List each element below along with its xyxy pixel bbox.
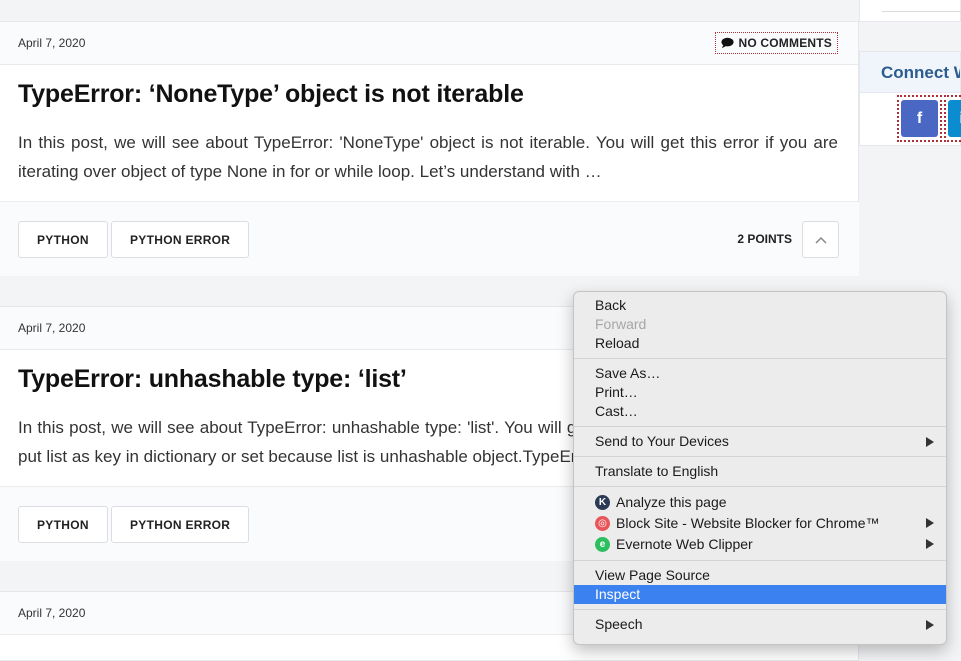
menu-analyze-page-label: Analyze this page [616, 492, 727, 513]
menu-block-site[interactable]: ◎ Block Site - Website Blocker for Chrom… [574, 513, 946, 534]
post-date: April 7, 2020 [18, 606, 85, 620]
menu-separator [574, 358, 946, 359]
post-date: April 7, 2020 [18, 321, 85, 335]
tag-python-error[interactable]: PYTHON ERROR [111, 506, 249, 543]
post-points: 2 POINTS [737, 232, 792, 246]
tag-python-error[interactable]: PYTHON ERROR [111, 221, 249, 258]
submenu-arrow-icon [926, 518, 934, 528]
menu-analyze-page[interactable]: K Analyze this page [574, 492, 946, 513]
block-site-shield-icon: ◎ [595, 516, 610, 531]
facebook-icon: f [901, 100, 938, 137]
menu-evernote-label: Evernote Web Clipper [616, 534, 753, 555]
post-title[interactable]: TypeError: unhashable type: ‘list’ [18, 365, 407, 394]
menu-cast[interactable]: Cast… [574, 402, 946, 421]
post-footer: PYTHON PYTHON ERROR 2 POINTS [0, 201, 859, 276]
comments-link[interactable]: NO COMMENTS [715, 32, 838, 54]
tag-python[interactable]: PYTHON [18, 221, 108, 258]
submenu-arrow-icon [926, 539, 934, 549]
menu-separator [574, 560, 946, 561]
menu-block-site-label: Block Site - Website Blocker for Chrome™ [616, 513, 880, 534]
connect-heading: Connect With Us [860, 52, 960, 93]
menu-separator [574, 486, 946, 487]
menu-separator [574, 609, 946, 610]
menu-evernote[interactable]: e Evernote Web Clipper [574, 534, 946, 555]
upvote-button[interactable] [802, 221, 839, 258]
menu-speech[interactable]: Speech [574, 615, 946, 634]
menu-reload[interactable]: Reload [574, 334, 946, 353]
menu-send-to-devices[interactable]: Send to Your Devices [574, 432, 946, 451]
comments-count: NO COMMENTS [738, 36, 832, 50]
menu-save-as[interactable]: Save As… [574, 364, 946, 383]
linkedin-icon: in [948, 100, 961, 137]
chevron-up-icon [815, 236, 827, 244]
menu-forward: Forward [574, 315, 946, 334]
menu-speech-label: Speech [595, 616, 642, 632]
sidebar-search-widget [859, 0, 961, 22]
linkedin-button[interactable]: in [944, 95, 961, 142]
comment-icon [721, 37, 734, 49]
post-header: April 7, 2020 NO COMMENTS [0, 22, 858, 65]
submenu-arrow-icon [926, 620, 934, 630]
evernote-elephant-icon: e [595, 537, 610, 552]
menu-separator [574, 456, 946, 457]
menu-send-to-devices-label: Send to Your Devices [595, 433, 729, 449]
menu-inspect[interactable]: Inspect [574, 585, 946, 604]
menu-back[interactable]: Back [574, 296, 946, 315]
menu-translate[interactable]: Translate to English [574, 462, 946, 481]
post-excerpt: In this post, we will see about TypeErro… [18, 128, 838, 186]
tag-python[interactable]: PYTHON [18, 506, 108, 543]
post-card: April 7, 2020 NO COMMENTS TypeError: ‘No… [0, 21, 859, 275]
context-menu: Back Forward Reload Save As… Print… Cast… [573, 291, 947, 645]
search-input[interactable] [882, 0, 961, 12]
post-date: April 7, 2020 [18, 36, 85, 50]
submenu-arrow-icon [926, 437, 934, 447]
menu-print[interactable]: Print… [574, 383, 946, 402]
menu-view-source[interactable]: View Page Source [574, 566, 946, 585]
post-title[interactable]: TypeError: ‘NoneType’ object is not iter… [18, 80, 524, 109]
connect-widget: Connect With Us f in [859, 51, 961, 146]
analyze-extension-icon: K [595, 495, 610, 510]
menu-separator [574, 426, 946, 427]
facebook-button[interactable]: f [897, 95, 942, 142]
